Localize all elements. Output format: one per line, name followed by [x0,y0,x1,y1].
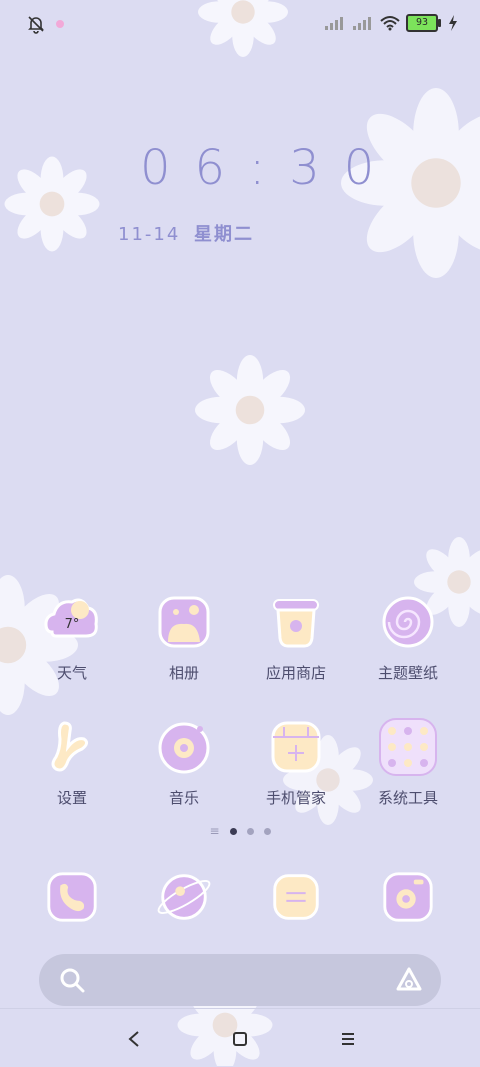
security-icon [271,721,321,773]
date-text: 11-14 [118,224,181,245]
app-label: 应用商店 [265,664,326,682]
home-icon [233,1032,247,1046]
dock [16,866,464,926]
app-security[interactable]: 手机管家 [240,715,352,835]
app-label: 手机管家 [265,789,326,807]
settings-icon [51,721,89,772]
app-label: 设置 [56,789,87,807]
search-bar[interactable] [39,954,441,1006]
gallery-icon [158,596,210,648]
weather-icon: 7° [44,598,98,638]
app-settings[interactable]: 设置 [16,715,128,835]
app-row-1: 7° 天气 相册 应用商店 主题壁纸 [16,590,464,710]
navigation-bar [0,1008,480,1067]
clock-time[interactable]: 06:30 [140,140,374,196]
page-dot-active [229,827,237,835]
app-weather[interactable]: 7° 天气 [16,590,128,710]
app-tools-folder[interactable]: 系统工具 [352,715,464,835]
back-icon [128,1031,139,1047]
messages-icon [273,874,319,920]
page-dot [246,827,254,835]
phone-icon [47,872,97,922]
app-label: 系统工具 [377,789,438,807]
bell-off-icon [28,16,44,34]
assistant-icon[interactable] [395,966,423,994]
menu-icon [342,1033,354,1045]
recents-button[interactable] [334,1025,362,1053]
weather-temp: 7° [65,617,80,632]
charging-icon [449,15,457,31]
search-icon [60,968,85,993]
dock-phone[interactable] [16,866,128,926]
notification-dot [56,20,64,28]
dock-camera[interactable] [352,866,464,926]
app-label: 主题壁纸 [377,664,438,682]
app-store-icon [273,599,319,648]
app-row-2: 设置 音乐 手机管家 系统工具 [16,715,464,835]
app-music[interactable]: 音乐 [128,715,240,835]
music-icon [158,722,210,774]
tools-folder-icon [379,718,437,776]
app-themes[interactable]: 主题壁纸 [352,590,464,710]
wifi-icon [380,16,400,31]
camera-icon [383,872,433,922]
app-label: 相册 [168,664,199,682]
page-list-icon: ≡ [209,824,220,838]
signal-icon [325,17,343,30]
themes-icon [382,596,434,648]
page-indicator[interactable]: ≡ [0,824,480,838]
weekday-text: 星期二 [194,224,255,245]
browser-icon [157,874,211,920]
app-label: 音乐 [168,789,199,807]
back-button[interactable] [120,1025,148,1053]
app-label: 天气 [56,664,87,682]
app-gallery[interactable]: 相册 [128,590,240,710]
dock-browser[interactable] [128,866,240,926]
battery-icon: 93 [406,14,441,32]
clock-date: 11-14 星期二 [118,220,254,246]
app-store[interactable]: 应用商店 [240,590,352,710]
home-button[interactable] [226,1025,254,1053]
page-dot [263,827,271,835]
signal-icon [353,17,371,30]
dock-messages[interactable] [240,866,352,926]
status-bar: 93 [0,0,480,50]
